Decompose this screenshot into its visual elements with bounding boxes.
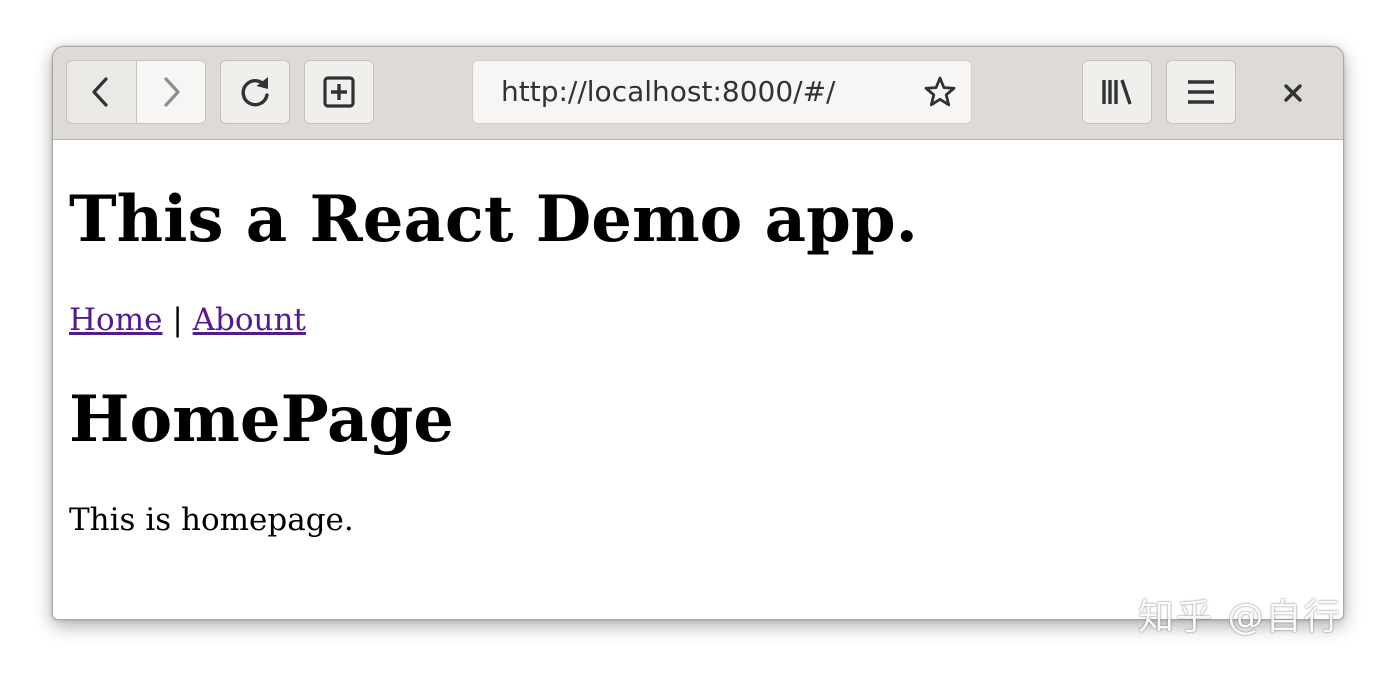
- navigation-button-group: [66, 60, 206, 124]
- address-bar[interactable]: http://localhost:8000/#/: [472, 60, 972, 124]
- nav-links: Home | Abount: [69, 300, 306, 340]
- browser-toolbar: http://localhost:8000/#/: [53, 47, 1343, 140]
- chevron-right-icon: [164, 77, 180, 107]
- close-button[interactable]: [1273, 73, 1313, 113]
- watermark: 知乎 @自行: [1138, 597, 1342, 638]
- page-content: This a React Demo app. Home | Abount Hom…: [53, 140, 1343, 619]
- menu-button[interactable]: [1166, 60, 1236, 124]
- chevron-left-icon: [92, 77, 108, 107]
- back-button[interactable]: [67, 61, 137, 123]
- page-body-text: This is homepage.: [69, 502, 354, 538]
- forward-button[interactable]: [136, 61, 205, 123]
- page-title: This a React Demo app.: [69, 182, 918, 257]
- reload-icon: [241, 77, 269, 107]
- library-icon: [1102, 79, 1132, 105]
- star-icon[interactable]: [923, 75, 957, 109]
- nav-separator: |: [172, 302, 183, 338]
- new-tab-icon: [323, 76, 355, 108]
- page-heading: HomePage: [69, 382, 454, 457]
- reload-button[interactable]: [220, 60, 290, 124]
- library-button[interactable]: [1082, 60, 1152, 124]
- new-tab-button[interactable]: [304, 60, 374, 124]
- close-icon: [1284, 84, 1302, 102]
- about-link[interactable]: Abount: [193, 302, 306, 338]
- home-link[interactable]: Home: [69, 302, 162, 338]
- hamburger-menu-icon: [1188, 80, 1214, 104]
- url-text[interactable]: http://localhost:8000/#/: [501, 61, 835, 123]
- browser-window: http://localhost:8000/#/ This a React De…: [52, 46, 1344, 620]
